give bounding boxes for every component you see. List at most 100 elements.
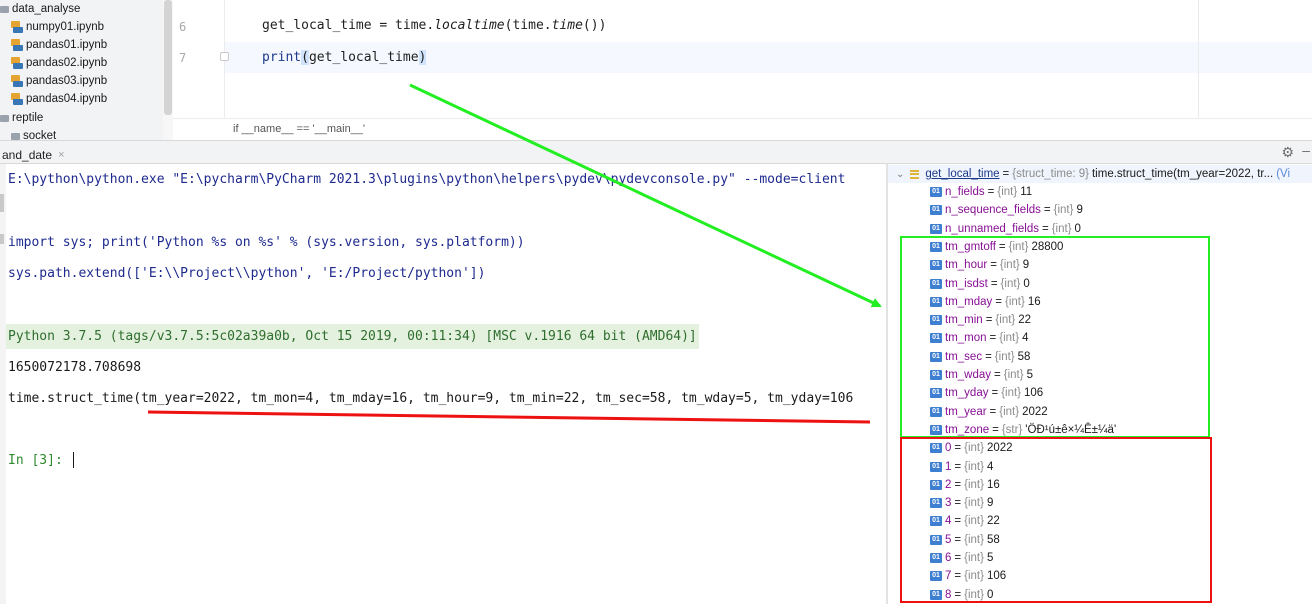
- variable-name: tm_isdst: [945, 277, 988, 290]
- console-output: 1650072178.708698: [8, 360, 142, 375]
- tree-item-pandas01[interactable]: pandas01.ipynb: [11, 36, 107, 54]
- gear-icon[interactable]: ⚙: [1281, 144, 1294, 161]
- int-type-icon: 01: [930, 351, 942, 362]
- tree-item-pandas04[interactable]: pandas04.ipynb: [11, 90, 107, 108]
- text-cursor: [73, 452, 74, 468]
- variable-value: 16: [986, 478, 1000, 491]
- variable-row[interactable]: 01 1 = {int} 4: [888, 458, 993, 476]
- variable-row[interactable]: 01 tm_isdst = {int} 0: [888, 275, 1030, 293]
- variable-row[interactable]: 01 n_fields = {int} 11: [888, 183, 1032, 201]
- tree-item-pandas03[interactable]: pandas03.ipynb: [11, 72, 107, 90]
- variable-type: {int}: [964, 588, 984, 601]
- variable-row[interactable]: 01 4 = {int} 22: [888, 512, 1000, 530]
- close-icon[interactable]: ×: [58, 149, 64, 161]
- variable-type: {int}: [999, 405, 1020, 418]
- variable-row[interactable]: 01 8 = {int} 0: [888, 586, 993, 604]
- variable-row[interactable]: 01 n_unnamed_fields = {int} 0: [888, 220, 1081, 238]
- equals-sign: =: [954, 460, 962, 473]
- variable-row[interactable]: 01 tm_sec = {int} 58: [888, 348, 1030, 366]
- struct-list-icon: [910, 169, 920, 179]
- int-type-icon: 01: [930, 260, 942, 271]
- folder-icon: [11, 132, 20, 140]
- variable-value: 'ÖÐ¹ú±ê×¼Ê±¼ä': [1025, 423, 1117, 436]
- variable-value: 106: [986, 570, 1007, 583]
- chevron-down-icon[interactable]: ⌄: [896, 169, 904, 180]
- variable-value: 2022: [986, 442, 1013, 455]
- console-line: sys.path.extend(['E:\\Project\\python', …: [8, 266, 486, 281]
- variable-name: tm_yday: [945, 387, 989, 400]
- fold-marker-icon[interactable]: [220, 52, 229, 61]
- variables-panel[interactable]: ⌄ get_local_time = {struct_time: 9} time…: [888, 164, 1312, 604]
- variable-value: 9: [986, 497, 994, 510]
- equals-sign: =: [985, 350, 992, 363]
- console-prompt: In [3]:: [8, 453, 63, 468]
- tab-run-config[interactable]: and_date ×: [0, 141, 71, 164]
- variable-name: 8: [945, 588, 952, 601]
- equals-sign: =: [954, 588, 962, 601]
- variable-root-row[interactable]: ⌄ get_local_time = {struct_time: 9} time…: [888, 165, 1312, 183]
- variable-value: 2022: [1022, 405, 1048, 418]
- variable-row[interactable]: 01 6 = {int} 5: [888, 549, 993, 567]
- int-type-icon: 01: [930, 571, 942, 582]
- equals-sign: =: [954, 478, 962, 491]
- variable-row[interactable]: 01 tm_year = {int} 2022: [888, 403, 1048, 421]
- variable-row[interactable]: 01 3 = {int} 9: [888, 494, 993, 512]
- tree-scrollbar[interactable]: [163, 0, 173, 140]
- variable-row[interactable]: 01 n_sequence_fields = {int} 9: [888, 201, 1083, 219]
- int-type-icon: 01: [930, 187, 942, 197]
- variable-type: {int}: [964, 570, 984, 583]
- variable-type: {int}: [1003, 369, 1024, 381]
- variable-type: {int}: [997, 186, 1018, 198]
- int-type-icon: 01: [930, 424, 942, 435]
- variable-row[interactable]: 01 tm_gmtoff = {int} 28800: [888, 238, 1063, 256]
- python-console[interactable]: E:\python\python.exe "E:\pycharm\PyCharm…: [0, 164, 886, 604]
- notebook-icon: [11, 21, 23, 33]
- folder-icon: [0, 5, 9, 13]
- variable-value: 11: [1020, 186, 1033, 198]
- minimize-icon[interactable]: –: [1302, 142, 1310, 158]
- int-type-icon: 01: [930, 333, 942, 344]
- equals-sign: =: [998, 240, 1006, 253]
- variable-row[interactable]: 01 tm_wday = {int} 5: [888, 366, 1033, 384]
- breadcrumb[interactable]: if __name__ == '__main__': [173, 118, 1312, 140]
- int-type-icon: 01: [930, 278, 942, 289]
- tree-folder-reptile[interactable]: reptile: [0, 109, 43, 127]
- variable-name: tm_year: [945, 405, 987, 418]
- variable-row[interactable]: 01 2 = {int} 16: [888, 476, 1000, 494]
- equals-sign: =: [954, 552, 962, 564]
- variable-value: 5: [1026, 369, 1033, 381]
- view-more-link[interactable]: (Vi: [1276, 168, 1290, 180]
- int-type-icon: 01: [930, 534, 942, 545]
- equals-sign: =: [954, 515, 962, 528]
- variable-row[interactable]: 01 7 = {int} 106: [888, 567, 1006, 585]
- tree-folder-socket[interactable]: socket: [11, 127, 56, 140]
- variable-row[interactable]: 01 tm_min = {int} 22: [888, 311, 1031, 329]
- console-line: import sys; print('Python %s on %s' % (s…: [8, 235, 525, 250]
- variable-row[interactable]: 01 tm_mday = {int} 16: [888, 293, 1041, 311]
- notebook-icon: [11, 75, 23, 87]
- tree-folder-data-analyse[interactable]: data_analyse: [0, 0, 80, 18]
- code-editor[interactable]: 6 7 get_local_time = time.localtime(time…: [173, 0, 1312, 140]
- python-version-banner: Python 3.7.5 (tags/v3.7.5:5c02a39a0b, Oc…: [6, 324, 699, 349]
- variable-row[interactable]: 01 tm_yday = {int} 106: [888, 384, 1043, 402]
- variable-row[interactable]: 01 tm_zone = {str} 'ÖÐ¹ú±ê×¼Ê±¼ä': [888, 421, 1116, 439]
- variable-row[interactable]: 01 tm_mon = {int} 4: [888, 329, 1029, 347]
- variable-name: tm_sec: [945, 350, 983, 363]
- variable-row[interactable]: 01 5 = {int} 58: [888, 531, 1000, 549]
- notebook-icon: [11, 39, 23, 51]
- variable-type: {int}: [964, 460, 984, 473]
- variable-type: {int}: [1051, 222, 1072, 235]
- tree-item-numpy01[interactable]: numpy01.ipynb: [11, 18, 104, 36]
- equals-sign: =: [954, 570, 962, 583]
- tree-item-label: pandas04.ipynb: [26, 93, 108, 105]
- variable-row[interactable]: 01 0 = {int} 2022: [888, 439, 1013, 457]
- folder-icon: [0, 114, 9, 122]
- console-line: E:\python\python.exe "E:\pycharm\PyCharm…: [8, 172, 846, 187]
- variable-name: 6: [945, 552, 952, 564]
- variable-type: {int}: [964, 497, 984, 510]
- variable-type: {int}: [964, 533, 984, 546]
- variable-row[interactable]: 01 tm_hour = {int} 9: [888, 256, 1029, 274]
- variable-type: {int}: [964, 552, 984, 564]
- tree-item-pandas02[interactable]: pandas02.ipynb: [11, 54, 107, 72]
- variable-type: {int}: [1000, 277, 1021, 290]
